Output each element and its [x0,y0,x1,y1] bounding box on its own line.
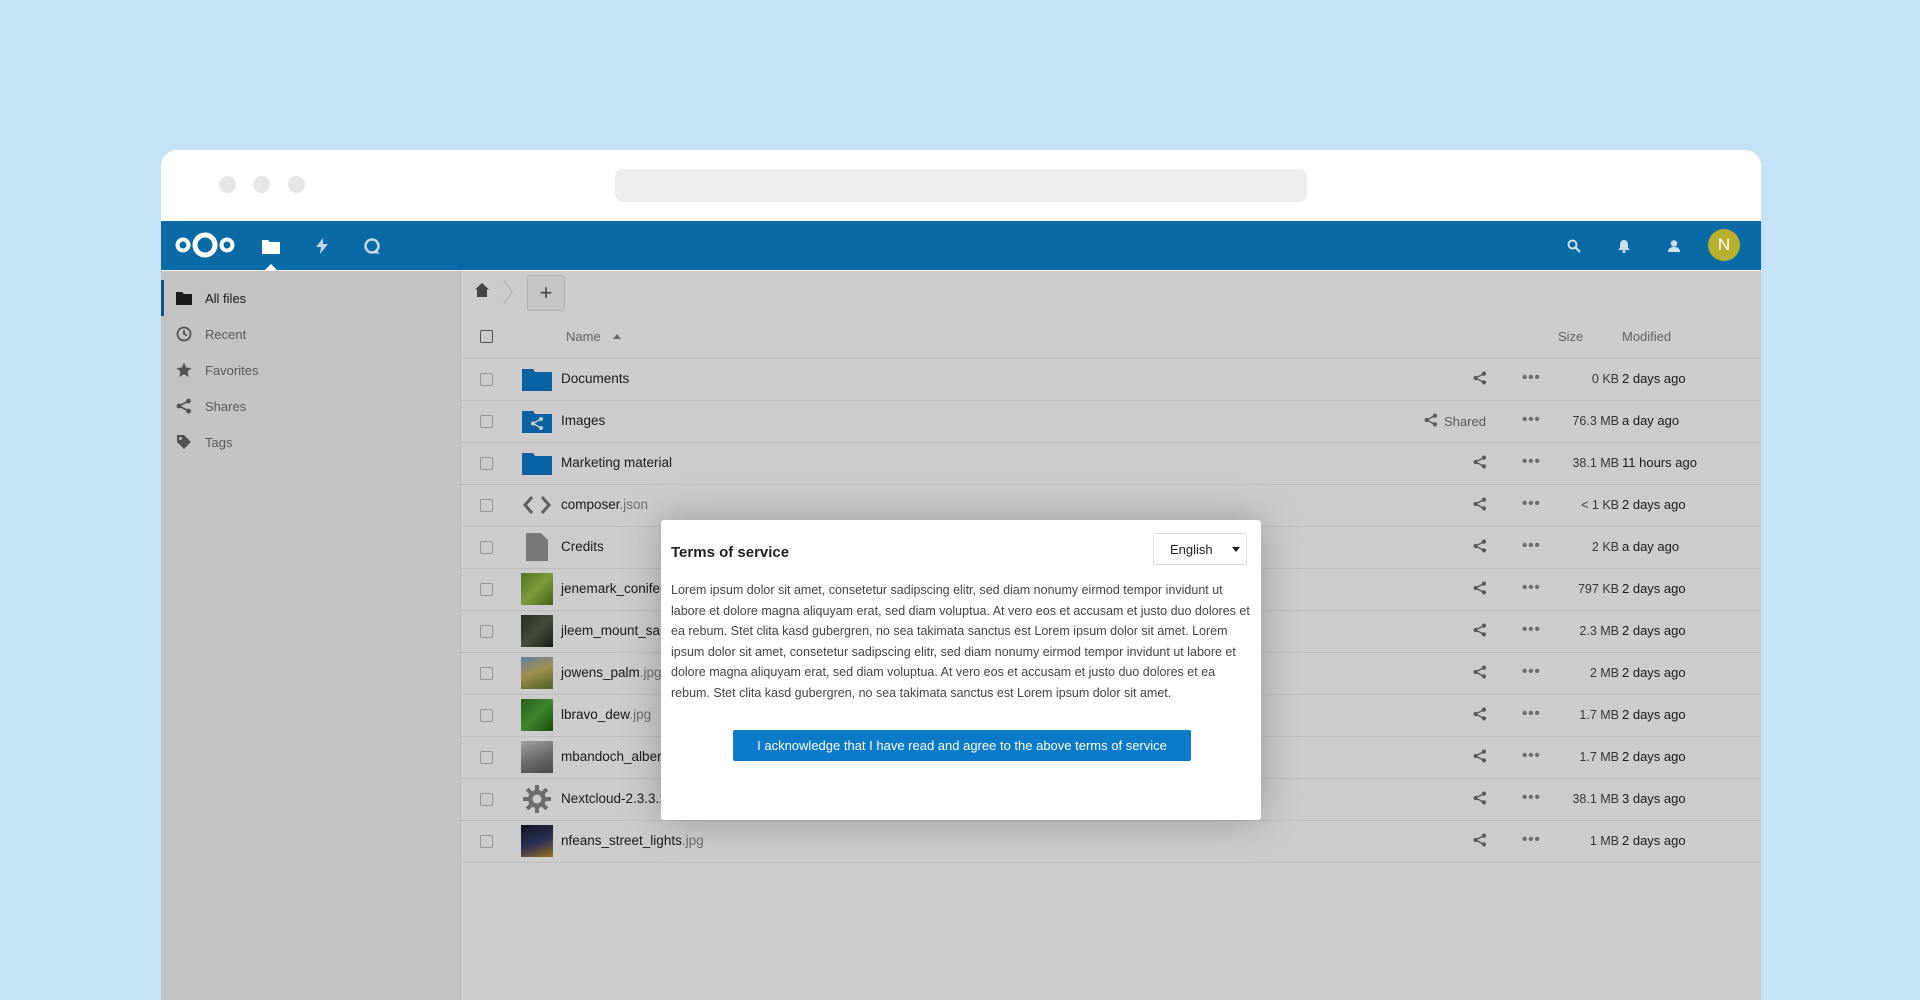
bell-icon[interactable] [1611,233,1637,259]
window-close-dot[interactable] [219,176,236,193]
window-maximize-dot[interactable] [288,176,305,193]
address-bar[interactable] [615,169,1307,202]
language-select-value: English [1170,542,1213,557]
accept-terms-button[interactable]: I acknowledge that I have read and agree… [733,730,1191,761]
header-bar: N [161,221,1761,270]
talk-app-icon[interactable] [359,233,385,259]
window-minimize-dot[interactable] [253,176,270,193]
chevron-down-icon [1232,547,1240,552]
activity-app-icon[interactable] [309,233,335,259]
terms-text: Lorem ipsum dolor sit amet, consetetur s… [671,583,1250,700]
search-icon[interactable] [1561,233,1587,259]
terms-of-service-dialog: Terms of service English Lorem ipsum dol… [661,520,1261,820]
contacts-icon[interactable] [1661,233,1687,259]
language-select[interactable]: English [1153,533,1247,565]
nextcloud-logo[interactable] [173,228,237,267]
browser-chrome [161,150,1761,221]
files-app-icon[interactable] [258,233,284,270]
user-avatar[interactable]: N [1708,229,1740,261]
dialog-title: Terms of service [671,544,790,561]
